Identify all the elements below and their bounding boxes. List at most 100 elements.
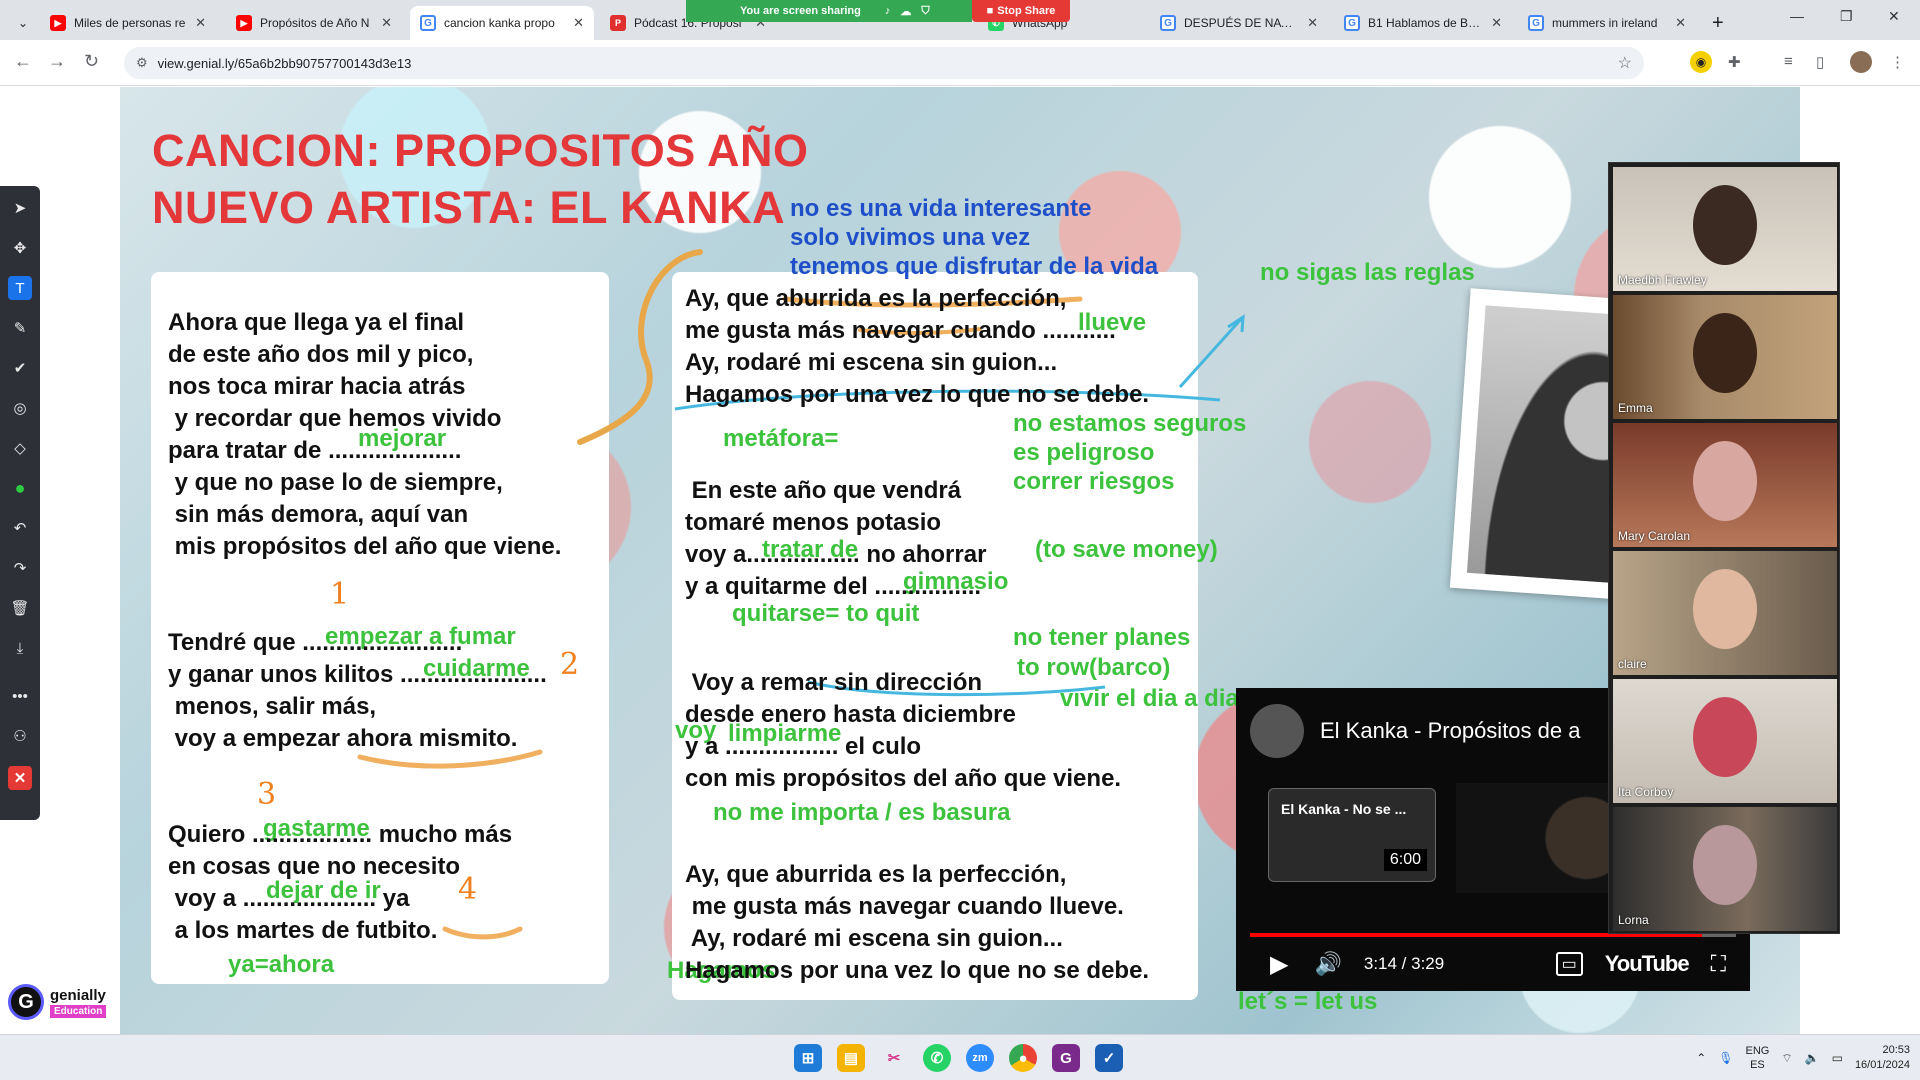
annotation-number: 4	[458, 872, 478, 907]
genially-brand: genially	[50, 986, 106, 1004]
microphone-icon[interactable]: 🎙	[1718, 1051, 1733, 1065]
tab-title: DESPUÉS DE NAVIDA	[1184, 16, 1300, 30]
snipping-tool-icon[interactable]: ✂	[880, 1044, 908, 1072]
close-toolbar-icon[interactable]: ✕	[8, 766, 32, 790]
fullscreen-icon[interactable]: ⛶	[1711, 951, 1726, 977]
tab-search-button[interactable]: ⌄	[8, 6, 34, 40]
puzzle-icon[interactable]: ✚	[1728, 53, 1741, 71]
suggested-video-title: El Kanka - No se ...	[1281, 801, 1407, 817]
bookmark-star-icon[interactable]: ☆	[1618, 53, 1632, 73]
chrome-icon[interactable]: ●	[1009, 1044, 1037, 1072]
whatsapp-icon[interactable]: ✆	[923, 1044, 951, 1072]
color-picker-icon[interactable]: ●	[8, 476, 32, 500]
move-icon[interactable]: ✥	[8, 236, 32, 260]
lyric-line: tomaré menos potasio	[685, 509, 942, 536]
sidepanel-icon[interactable]: ▯	[1816, 53, 1824, 71]
volume-icon[interactable]: 🔊	[1314, 951, 1341, 977]
redo-icon[interactable]: ↷	[8, 556, 32, 580]
back-arrow-icon[interactable]: ←	[14, 51, 32, 72]
slide-title-line-2: NUEVO ARTISTA: EL KANKA	[152, 182, 786, 233]
youtube-icon: ▶	[236, 15, 252, 31]
pdf-app-icon[interactable]: G	[1052, 1044, 1080, 1072]
restore-icon[interactable]: ❐	[1840, 8, 1853, 25]
url-bar[interactable]: ⚙ view.genial.ly/65a6b2bb90757700143d3e1…	[124, 47, 1644, 79]
subtitles-icon[interactable]: ▭	[1555, 952, 1583, 976]
close-icon[interactable]: ✕	[573, 15, 584, 31]
video-title[interactable]: El Kanka - Propósitos de a	[1320, 718, 1580, 744]
chevron-up-icon[interactable]: ⌃	[1696, 1051, 1706, 1065]
more-icon[interactable]: •••	[8, 684, 32, 708]
close-icon[interactable]: ✕	[1675, 15, 1686, 31]
lyric-line: Ay, que aburrida es la perfección,	[685, 861, 1067, 888]
extension-icon[interactable]: ◉	[1690, 51, 1712, 73]
battery-icon[interactable]: ▭	[1832, 1051, 1843, 1065]
clock[interactable]: 20:53 16/01/2024	[1855, 1043, 1910, 1073]
annotation-number: 3	[257, 777, 277, 812]
undo-icon[interactable]: ↶	[8, 516, 32, 540]
tab-3-active[interactable]: G cancion kanka propo ✕	[410, 6, 594, 40]
annotation-number: 1	[330, 577, 350, 612]
target-icon[interactable]: ◎	[8, 396, 32, 420]
youtube-logo[interactable]: YouTube	[1605, 951, 1690, 977]
file-explorer-icon[interactable]: ▤	[837, 1044, 865, 1072]
cloud-icon[interactable]: ☁	[900, 5, 911, 18]
close-window-icon[interactable]: ✕	[1888, 8, 1900, 25]
pen-icon[interactable]: ✎	[8, 316, 32, 340]
speaker-icon[interactable]: 🔈	[1805, 1051, 1820, 1065]
new-tab-button[interactable]: +	[1702, 6, 1732, 40]
close-icon[interactable]: ✕	[1307, 15, 1318, 31]
microphone-icon[interactable]: ♪	[885, 5, 891, 18]
lyric-line: con mis propósitos del año que viene.	[685, 765, 1122, 792]
windows-start-icon[interactable]: ⊞	[794, 1044, 822, 1072]
participant-tile[interactable]: Maedbh Frawley	[1613, 167, 1837, 291]
reload-icon[interactable]: ↻	[84, 51, 99, 72]
lyric-line: voy a .................... ya	[168, 885, 410, 912]
site-info-icon[interactable]: ⚙	[136, 55, 148, 71]
suggested-video[interactable]: El Kanka - No se ... 6:00	[1268, 788, 1436, 882]
pointer-icon[interactable]: ➤	[8, 196, 32, 220]
play-icon[interactable]: ▶	[1270, 950, 1288, 979]
close-icon[interactable]: ✕	[1491, 15, 1502, 31]
media-icon[interactable]: ≡	[1784, 53, 1793, 70]
close-icon[interactable]: ✕	[381, 15, 392, 31]
participant-video	[1693, 313, 1757, 393]
profile-avatar[interactable]	[1850, 51, 1872, 73]
forward-arrow-icon[interactable]: →	[48, 51, 66, 72]
lyric-line: Ahora que llega ya el final	[168, 309, 465, 336]
zoom-icon[interactable]: zm	[966, 1044, 994, 1072]
participant-tile[interactable]: Lorna	[1613, 807, 1837, 931]
annotation-green: es peligroso	[1013, 439, 1155, 466]
tab-1[interactable]: ▶ Miles de personas re ✕	[40, 6, 216, 40]
tab-2[interactable]: ▶ Propósitos de Año N ✕	[226, 6, 402, 40]
tab-7[interactable]: G B1 Hablamos de Bala ✕	[1334, 6, 1512, 40]
check-icon[interactable]: ✔	[8, 356, 32, 380]
minimize-icon[interactable]: —	[1790, 8, 1804, 24]
whiteboard-icon[interactable]: ✓	[1095, 1044, 1123, 1072]
annotation-green: vivir el dia a dia	[1060, 685, 1239, 712]
eraser-icon[interactable]: ◇	[8, 436, 32, 460]
lyric-line: y recordar que hemos vivido	[168, 405, 502, 432]
stop-share-button[interactable]: ■ Stop Share	[972, 0, 1070, 22]
shield-icon[interactable]: ⛉	[921, 5, 929, 18]
participant-tile[interactable]: Mary Carolan	[1613, 423, 1837, 547]
text-tool-icon[interactable]: T	[8, 276, 32, 300]
lyric-line: Ay, que aburrida es la perfección,	[685, 285, 1067, 312]
channel-avatar[interactable]	[1250, 704, 1304, 758]
tab-6[interactable]: G DESPUÉS DE NAVIDA ✕	[1150, 6, 1328, 40]
drawing-toolbar: ➤ ✥ T ✎ ✔ ◎ ◇ ● ↶ ↷ 🗑 ⤓ ••• ⚇ ✕	[0, 186, 40, 820]
participant-tile[interactable]: Ita Corboy	[1613, 679, 1837, 803]
language-indicator[interactable]: ENG ES	[1746, 1044, 1770, 1072]
more-vertical-icon[interactable]: ⋮	[1890, 53, 1905, 71]
tab-8[interactable]: G mummers in ireland ✕	[1518, 6, 1696, 40]
lyric-line: Voy a remar sin dirección	[685, 669, 983, 696]
user-settings-icon[interactable]: ⚇	[8, 724, 32, 748]
trash-icon[interactable]: 🗑	[8, 596, 32, 620]
annotation-green: no me importa / es basura	[713, 799, 1011, 826]
close-icon[interactable]: ✕	[195, 15, 206, 31]
zoom-sharing-bar[interactable]: You are screen sharing ♪ ☁ ⛉	[686, 0, 972, 22]
participant-tile[interactable]: claire	[1613, 551, 1837, 675]
wifi-icon[interactable]: ⌔	[1781, 1051, 1792, 1066]
participant-tile[interactable]: Emma	[1613, 295, 1837, 419]
participant-video	[1693, 697, 1757, 777]
download-icon[interactable]: ⤓	[8, 636, 32, 660]
